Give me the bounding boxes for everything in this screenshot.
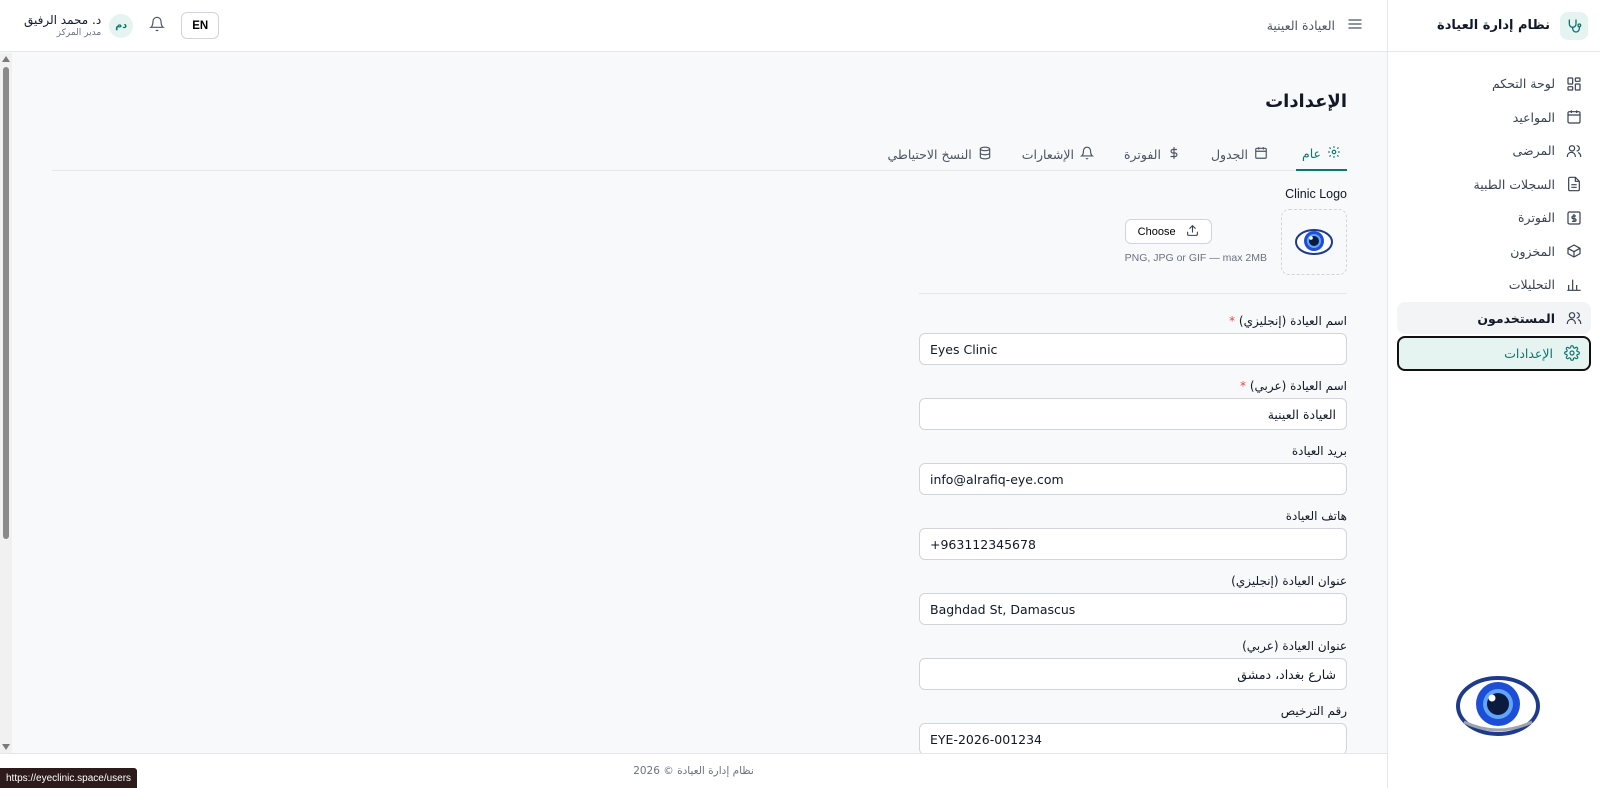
file-icon — [1565, 175, 1583, 193]
field-label: اسم العيادة (عربي) — [1249, 379, 1347, 393]
upload-icon — [1186, 224, 1199, 240]
field-clinic-name-ar: اسم العيادة (عربي) * العيادة العينية — [919, 379, 1347, 430]
field-label: بريد العيادة — [1291, 444, 1347, 458]
tab-label: الجدول — [1210, 146, 1248, 162]
sidebar-item-label: المخزون — [1510, 243, 1555, 259]
avatar: دم — [109, 13, 134, 38]
clinic-name-en-input[interactable]: Eyes Clinic — [919, 333, 1347, 365]
tab-label: عام — [1301, 145, 1321, 161]
eye-logo — [1456, 674, 1540, 742]
main-content: الإعدادات عام الجدول الفوترة الإشعارات ا… — [12, 53, 1387, 753]
required-marker: * — [1239, 379, 1246, 393]
sidebar-item-billing[interactable]: الفوترة — [1397, 202, 1591, 234]
sidebar-item-label: المرضى — [1512, 143, 1555, 158]
database-icon — [978, 146, 992, 163]
clinic-phone-input[interactable]: +963112345678 — [919, 528, 1347, 560]
page-title: الإعدادات — [1265, 91, 1347, 112]
divider — [919, 293, 1347, 294]
field-clinic-address-ar: عنوان العيادة (عربي) شارع بغداد، دمشق — [919, 639, 1347, 690]
dashboard-icon — [1565, 75, 1583, 93]
logo-preview[interactable] — [1281, 209, 1347, 275]
field-label: رقم الترخيص — [1280, 704, 1347, 718]
field-label: اسم العيادة (إنجليزي) — [1238, 314, 1347, 328]
settings-tabs: عام الجدول الفوترة الإشعارات النسخ الاحت… — [52, 137, 1347, 171]
users-icon — [1565, 309, 1583, 327]
sidebar-item-label: التحليلات — [1508, 277, 1555, 292]
sidebar-item-dashboard[interactable]: لوحة التحكم — [1397, 68, 1591, 100]
sidebar-item-label: الإعدادات — [1504, 345, 1553, 361]
bell-icon — [1079, 146, 1095, 163]
field-clinic-phone: هاتف العيادة +963112345678 — [919, 509, 1347, 560]
chart-icon — [1565, 276, 1583, 294]
field-clinic-name-en: اسم العيادة (إنجليزي) * Eyes Clinic — [919, 314, 1347, 365]
tab-general[interactable]: عام — [1295, 137, 1347, 171]
field-clinic-address-en: عنوان العيادة (إنجليزي) Baghdad St, Dama… — [919, 574, 1347, 625]
tab-label: النسخ الاحتياطي — [887, 146, 972, 162]
users-icon — [1565, 142, 1583, 160]
sidebar-item-analytics[interactable]: التحليلات — [1397, 269, 1591, 301]
calendar-icon — [1565, 108, 1583, 126]
choose-logo-button[interactable]: Choose — [1124, 219, 1212, 244]
sidebar-item-inventory[interactable]: المخزون — [1397, 235, 1591, 267]
field-label: عنوان العيادة (إنجليزي) — [1231, 574, 1347, 588]
tab-notifications[interactable]: الإشعارات — [1020, 137, 1096, 171]
logo-hint: PNG, JPG or GIF — max 2MB — [1124, 252, 1267, 264]
sidebar-item-label: السجلات الطبية — [1473, 176, 1555, 192]
field-label: هاتف العيادة — [1285, 509, 1347, 523]
clinic-address-ar-input[interactable]: شارع بغداد، دمشق — [919, 658, 1347, 690]
scrollbar[interactable] — [0, 53, 12, 753]
sidebar-item-label: لوحة التحكم — [1491, 76, 1555, 91]
app-title: نظام إدارة العيادة — [1437, 18, 1550, 33]
field-clinic-email: بريد العيادة info@alrafiq-eye.com — [919, 444, 1347, 495]
sidebar-item-label: الفوترة — [1518, 210, 1555, 225]
field-label: عنوان العيادة (عربي) — [1242, 639, 1347, 653]
tab-schedule[interactable]: الجدول — [1209, 137, 1270, 171]
dollar-icon — [1167, 146, 1181, 163]
user-role: مدير المركز — [56, 28, 102, 38]
general-settings-form: Clinic Logo Choose PNG, JPG or GIF — max… — [919, 187, 1347, 753]
eye-logo-icon — [1295, 229, 1333, 255]
footer: نظام إدارة العيادة © 2026 — [0, 753, 1387, 788]
tab-label: الفوترة — [1123, 146, 1161, 162]
clinic-email-input[interactable]: info@alrafiq-eye.com — [919, 463, 1347, 495]
clinic-name-ar-input[interactable]: العيادة العينية — [919, 398, 1347, 430]
tab-label: الإشعارات — [1021, 146, 1074, 162]
sidebar-item-appointments[interactable]: المواعيد — [1397, 101, 1591, 133]
sidebar-item-label: المواعيد — [1512, 109, 1555, 125]
gear-icon — [1327, 145, 1341, 162]
scrollbar-thumb[interactable] — [3, 67, 9, 539]
bell-icon[interactable] — [149, 16, 166, 36]
brand[interactable]: نظام إدارة العيادة — [1388, 0, 1600, 52]
logo-label: Clinic Logo — [1285, 187, 1347, 201]
language-toggle-button[interactable]: EN — [181, 12, 220, 39]
calendar-icon — [1254, 146, 1268, 163]
license-number-input[interactable]: EYE-2026-001234 — [919, 723, 1347, 753]
stethoscope-icon — [1560, 11, 1588, 40]
sidebar-item-users[interactable]: المستخدمون — [1397, 302, 1591, 334]
sidebar-item-patients[interactable]: المرضى — [1397, 135, 1591, 167]
scroll-down-arrow-icon[interactable] — [2, 744, 10, 750]
sidebar-item-settings[interactable]: الإعدادات — [1397, 335, 1591, 371]
clinic-name: العيادة العينية — [1266, 18, 1335, 33]
user-name: د. محمد الرفيق — [24, 13, 102, 27]
scroll-up-arrow-icon[interactable] — [2, 56, 10, 62]
sidebar: نظام إدارة العيادة لوحة التحكم المواعيد … — [1387, 0, 1600, 788]
user-menu[interactable]: دم د. محمد الرفيق مدير المركز — [24, 13, 134, 38]
required-marker: * — [1229, 314, 1236, 328]
gear-icon — [1563, 344, 1581, 362]
menu-icon[interactable] — [1347, 16, 1363, 36]
billing-icon — [1565, 209, 1583, 227]
top-header: العيادة العينية EN دم د. محمد الرفيق مدي… — [0, 0, 1387, 52]
sidebar-item-label: المستخدمون — [1477, 310, 1555, 326]
sidebar-nav: لوحة التحكم المواعيد المرضى السجلات الطب… — [1388, 52, 1600, 371]
tab-billing[interactable]: الفوترة — [1122, 137, 1183, 171]
field-license-number: رقم الترخيص EYE-2026-001234 — [919, 704, 1347, 753]
sidebar-item-medical-records[interactable]: السجلات الطبية — [1397, 168, 1591, 200]
box-icon — [1565, 242, 1583, 260]
tab-backup[interactable]: النسخ الاحتياطي — [885, 137, 993, 171]
choose-label: Choose — [1137, 225, 1176, 238]
clinic-address-en-input[interactable]: Baghdad St, Damascus — [919, 593, 1347, 625]
status-url: https://eyeclinic.space/users — [0, 768, 138, 788]
